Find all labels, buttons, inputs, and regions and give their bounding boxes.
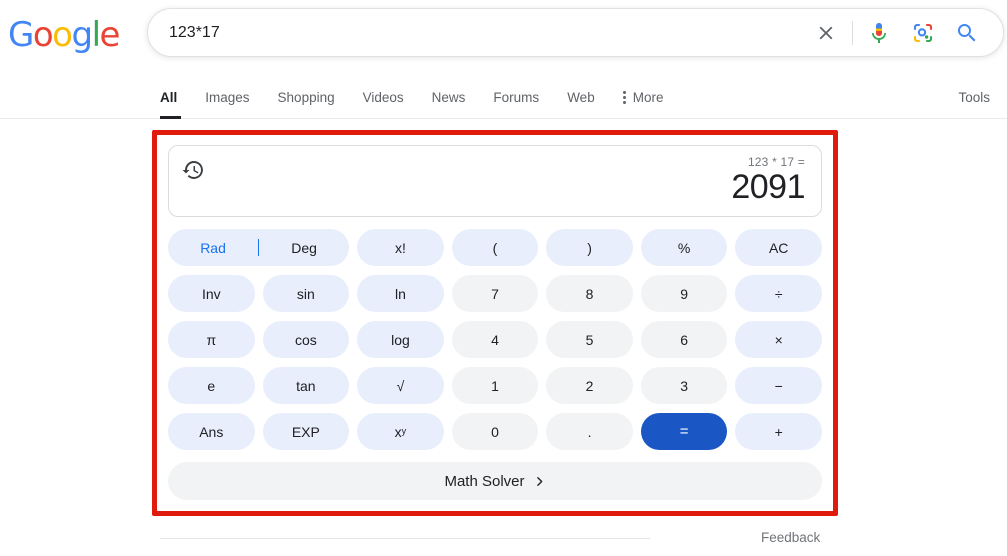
key-4[interactable]: 4 bbox=[451, 321, 539, 358]
deg-button[interactable]: Deg bbox=[259, 240, 349, 256]
key-cos[interactable]: cos bbox=[262, 321, 350, 358]
key-6[interactable]: 6 bbox=[640, 321, 728, 358]
key-decimal-point[interactable]: . bbox=[546, 413, 633, 450]
google-lens-icon[interactable] bbox=[901, 11, 945, 55]
footer-divider bbox=[160, 538, 650, 539]
keypad-row-3: π cos log 4 5 6 × bbox=[168, 321, 822, 358]
search-bar-icons bbox=[804, 11, 1003, 55]
tab-label: Shopping bbox=[277, 89, 335, 105]
key-open-paren[interactable]: ( bbox=[451, 229, 539, 266]
tab-web[interactable]: Web bbox=[553, 76, 609, 118]
key-factorial[interactable]: x! bbox=[357, 229, 444, 266]
key-add[interactable]: + bbox=[735, 413, 822, 450]
keypad-row-2: Inv sin ln 7 8 9 ÷ bbox=[168, 275, 822, 312]
keypad-row-4: e tan √ 1 2 3 − bbox=[168, 367, 822, 404]
page-header: Google 123*17 All Images Shopping Videos… bbox=[0, 0, 1007, 119]
logo-letter: o bbox=[52, 15, 73, 55]
key-divide[interactable]: ÷ bbox=[735, 275, 822, 312]
rad-button[interactable]: Rad bbox=[168, 240, 258, 256]
nav-tabs: All Images Shopping Videos News Forums W… bbox=[150, 76, 678, 119]
more-filters-button[interactable]: More bbox=[609, 76, 678, 118]
search-input[interactable] bbox=[148, 22, 804, 43]
tab-label: News bbox=[431, 89, 466, 105]
key-percent[interactable]: % bbox=[640, 229, 728, 266]
key-sin[interactable]: sin bbox=[262, 275, 350, 312]
key-exponent[interactable]: EXP bbox=[262, 413, 350, 450]
key-ln[interactable]: ln bbox=[357, 275, 444, 312]
search-bar-divider bbox=[852, 20, 853, 45]
key-8[interactable]: 8 bbox=[546, 275, 633, 312]
key-7[interactable]: 7 bbox=[451, 275, 539, 312]
tab-news[interactable]: News bbox=[418, 76, 480, 118]
key-answer[interactable]: Ans bbox=[168, 413, 255, 450]
keypad-row-5: Ans EXP xy 0 . = + bbox=[168, 413, 822, 450]
key-inverse[interactable]: Inv bbox=[168, 275, 255, 312]
microphone-icon[interactable] bbox=[857, 11, 901, 55]
key-power[interactable]: xy bbox=[357, 413, 444, 450]
logo-letter: g bbox=[71, 15, 93, 55]
rad-deg-toggle[interactable]: Rad Deg bbox=[168, 229, 350, 266]
more-label: More bbox=[632, 89, 664, 105]
logo-letter: l bbox=[91, 15, 101, 55]
key-subtract[interactable]: − bbox=[735, 367, 822, 404]
tools-label: Tools bbox=[958, 89, 990, 105]
key-square-root[interactable]: √ bbox=[357, 367, 444, 404]
key-all-clear[interactable]: AC bbox=[735, 229, 822, 266]
tab-images[interactable]: Images bbox=[191, 76, 263, 118]
calculator-keypad: Rad Deg x! ( ) % AC Inv sin ln 7 8 9 ÷ π… bbox=[168, 229, 822, 450]
tab-videos[interactable]: Videos bbox=[349, 76, 418, 118]
google-logo[interactable]: Google bbox=[8, 15, 121, 55]
key-5[interactable]: 5 bbox=[546, 321, 633, 358]
key-e[interactable]: e bbox=[168, 367, 255, 404]
power-exponent: y bbox=[401, 426, 407, 436]
key-3[interactable]: 3 bbox=[640, 367, 728, 404]
search-icon[interactable] bbox=[945, 11, 989, 55]
logo-letter: o bbox=[32, 15, 54, 55]
key-2[interactable]: 2 bbox=[546, 367, 633, 404]
tab-label: All bbox=[160, 89, 178, 105]
tab-label: Videos bbox=[362, 89, 404, 105]
calculator-display: 123 * 17 = 2091 bbox=[168, 145, 822, 217]
close-icon[interactable] bbox=[804, 11, 848, 55]
key-1[interactable]: 1 bbox=[451, 367, 539, 404]
key-pi[interactable]: π bbox=[168, 321, 255, 358]
power-base: x bbox=[394, 423, 402, 440]
tab-label: Images bbox=[205, 89, 250, 105]
key-close-paren[interactable]: ) bbox=[546, 229, 633, 266]
key-9[interactable]: 9 bbox=[640, 275, 728, 312]
tab-label: Forums bbox=[493, 89, 540, 105]
search-bar[interactable] bbox=[147, 8, 1004, 57]
calculator-result: 2091 bbox=[731, 168, 805, 206]
chevron-right-icon bbox=[533, 475, 546, 488]
keypad-row-1: Rad Deg x! ( ) % AC bbox=[168, 229, 822, 266]
key-multiply[interactable]: × bbox=[735, 321, 822, 358]
tab-forums[interactable]: Forums bbox=[479, 76, 553, 118]
tab-all[interactable]: All bbox=[150, 76, 191, 119]
key-equals[interactable]: = bbox=[640, 413, 728, 450]
math-solver-label: Math Solver bbox=[444, 472, 525, 490]
google-search-results-page: Google 123*17 All Images Shopping Videos… bbox=[0, 0, 1007, 556]
logo-letter: e bbox=[99, 15, 121, 55]
tab-shopping[interactable]: Shopping bbox=[264, 76, 349, 118]
tools-button[interactable]: Tools bbox=[958, 76, 990, 118]
math-solver-button[interactable]: Math Solver bbox=[168, 462, 822, 500]
calculator-widget: 123 * 17 = 2091 Rad Deg x! ( ) % AC Inv … bbox=[168, 145, 822, 500]
search-filter-nav: All Images Shopping Videos News Forums W… bbox=[0, 76, 1007, 119]
history-icon[interactable] bbox=[181, 158, 205, 182]
key-0[interactable]: 0 bbox=[451, 413, 539, 450]
key-log[interactable]: log bbox=[357, 321, 444, 358]
calculator-expression: 123 * 17 = bbox=[747, 155, 805, 169]
more-vert-icon bbox=[622, 90, 626, 104]
feedback-link[interactable]: Feedback bbox=[761, 530, 820, 545]
logo-letter: G bbox=[8, 15, 34, 55]
tab-label: Web bbox=[567, 89, 595, 105]
key-tan[interactable]: tan bbox=[262, 367, 350, 404]
